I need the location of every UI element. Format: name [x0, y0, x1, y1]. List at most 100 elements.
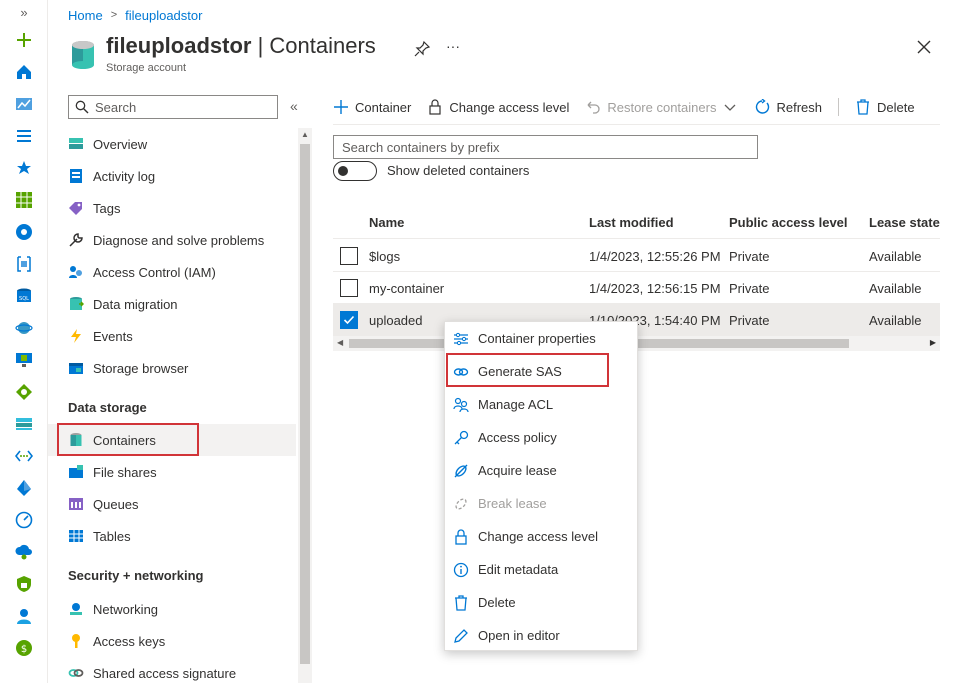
- refresh-button[interactable]: Refresh: [754, 99, 822, 115]
- networking-icon: [68, 601, 84, 617]
- menu-item-storage-browser[interactable]: Storage browser: [48, 352, 296, 384]
- context-item-label: Change access level: [478, 529, 598, 544]
- context-item-edit-metadata[interactable]: Edit metadata: [445, 553, 637, 586]
- azure-ad-icon[interactable]: [14, 478, 34, 498]
- context-item-delete[interactable]: Delete: [445, 586, 637, 619]
- scroll-up-arrow-icon[interactable]: ▲: [301, 130, 309, 139]
- menu-item-label: Overview: [93, 136, 148, 152]
- column-header-name[interactable]: Name: [369, 215, 404, 230]
- change-access-level-label: Change access level: [449, 99, 570, 115]
- menu-item-file-shares[interactable]: File shares: [48, 456, 296, 488]
- trash-icon: [857, 99, 869, 115]
- more-actions-button[interactable]: ···: [446, 38, 460, 54]
- all-resources-icon[interactable]: [14, 190, 34, 210]
- menu-item-label: Queues: [93, 496, 139, 512]
- toggle-knob: [338, 166, 348, 176]
- security-center-icon[interactable]: [14, 574, 34, 594]
- virtual-networks-icon[interactable]: [14, 446, 34, 466]
- scroll-left-arrow-icon[interactable]: ◀: [337, 338, 343, 347]
- menu-item-label: Activity log: [93, 168, 156, 184]
- restore-containers-label: Restore containers: [607, 99, 717, 115]
- app-services-icon[interactable]: [14, 254, 34, 274]
- menu-item-queues[interactable]: Queues: [48, 488, 296, 520]
- menu-search-input[interactable]: Search: [68, 95, 278, 119]
- trash-icon: [453, 594, 469, 611]
- home-icon[interactable]: [14, 62, 34, 82]
- table-row[interactable]: $logs 1/4/2023, 12:55:26 PM Private Avai…: [333, 240, 940, 272]
- show-deleted-label: Show deleted containers: [387, 163, 530, 178]
- context-item-break-lease[interactable]: Break lease: [445, 487, 637, 520]
- file-share-icon: [68, 464, 84, 480]
- menu-scrollbar[interactable]: ▲: [298, 128, 312, 683]
- breadcrumb-resource-link[interactable]: fileuploadstor: [125, 8, 202, 23]
- global-nav-rail: » SQL $: [0, 0, 48, 683]
- container-name-cell[interactable]: $logs: [369, 249, 400, 264]
- menu-item-access-keys[interactable]: Access keys: [48, 625, 296, 657]
- menu-item-iam[interactable]: Access Control (IAM): [48, 256, 296, 288]
- table-row[interactable]: my-container 1/4/2023, 12:56:15 PM Priva…: [333, 272, 940, 304]
- cosmos-db-icon[interactable]: [14, 318, 34, 338]
- load-balancer-icon[interactable]: [14, 382, 34, 402]
- container-name-cell[interactable]: uploaded: [369, 313, 423, 328]
- add-container-button[interactable]: Container: [333, 99, 411, 115]
- menu-item-sas[interactable]: Shared access signature: [48, 657, 296, 683]
- virtual-machines-icon[interactable]: [14, 350, 34, 370]
- container-search-placeholder: Search containers by prefix: [342, 139, 500, 155]
- collapse-menu-button[interactable]: «: [290, 98, 298, 114]
- favorites-star-icon[interactable]: [14, 158, 34, 178]
- delete-button[interactable]: Delete: [855, 99, 915, 115]
- menu-item-activity-log[interactable]: Activity log: [48, 160, 296, 192]
- context-item-access-policy[interactable]: Access policy: [445, 421, 637, 454]
- menu-item-tags[interactable]: Tags: [48, 192, 296, 224]
- context-item-label: Break lease: [478, 496, 547, 511]
- column-header-last-modified[interactable]: Last modified: [589, 215, 674, 230]
- menu-item-label: Access keys: [93, 633, 166, 649]
- menu-item-data-migration[interactable]: Data migration: [48, 288, 296, 320]
- lease-state-cell: Available: [869, 313, 922, 328]
- lock-icon: [453, 528, 469, 545]
- context-item-open-in-editor[interactable]: Open in editor: [445, 619, 637, 652]
- container-name-cell[interactable]: my-container: [369, 281, 444, 296]
- title-separator: |: [251, 33, 270, 58]
- scroll-right-arrow-icon[interactable]: ▶: [930, 338, 936, 347]
- column-header-public-access[interactable]: Public access level: [729, 215, 848, 230]
- breadcrumb-home-link[interactable]: Home: [68, 8, 103, 23]
- help-support-icon[interactable]: [14, 606, 34, 626]
- menu-item-overview[interactable]: Overview: [48, 128, 296, 160]
- create-resource-icon[interactable]: [14, 30, 34, 50]
- expand-chevron-icon[interactable]: »: [14, 2, 34, 22]
- row-checkbox[interactable]: [340, 247, 358, 265]
- column-header-lease-state[interactable]: Lease state: [869, 215, 940, 230]
- refresh-icon: [756, 99, 770, 114]
- menu-scrollbar-thumb[interactable]: [300, 144, 310, 664]
- restore-containers-button[interactable]: Restore containers: [585, 99, 738, 115]
- menu-item-diagnose[interactable]: Diagnose and solve problems: [48, 224, 296, 256]
- advisor-icon[interactable]: [14, 542, 34, 562]
- change-access-level-button[interactable]: Change access level: [427, 99, 569, 115]
- sql-database-icon[interactable]: SQL: [14, 286, 34, 306]
- dashboard-icon[interactable]: [14, 94, 34, 114]
- menu-item-events[interactable]: Events: [48, 320, 296, 352]
- container-search-input[interactable]: Search containers by prefix: [333, 135, 758, 159]
- row-checkbox[interactable]: [340, 279, 358, 297]
- storage-container-icon: [72, 41, 94, 69]
- context-item-change-access-level[interactable]: Change access level: [445, 520, 637, 553]
- row-checkbox-checked[interactable]: [340, 311, 358, 329]
- grid-header-row: Name Last modified Public access level L…: [333, 207, 940, 239]
- menu-item-tables[interactable]: Tables: [48, 520, 296, 552]
- context-item-acquire-lease[interactable]: Acquire lease: [445, 454, 637, 487]
- menu-item-networking[interactable]: Networking: [48, 593, 296, 625]
- context-item-container-properties[interactable]: Container properties: [445, 322, 637, 355]
- cost-management-icon[interactable]: $: [14, 638, 34, 658]
- context-item-manage-acl[interactable]: Manage ACL: [445, 388, 637, 421]
- close-icon[interactable]: [915, 38, 933, 56]
- menu-item-label: Data migration: [93, 296, 178, 312]
- all-services-icon[interactable]: [14, 126, 34, 146]
- svg-text:SQL: SQL: [19, 296, 29, 302]
- resource-groups-icon[interactable]: [14, 222, 34, 242]
- monitor-icon[interactable]: [14, 510, 34, 530]
- plus-icon: [334, 100, 348, 114]
- storage-accounts-icon[interactable]: [14, 414, 34, 434]
- show-deleted-toggle[interactable]: [333, 161, 377, 181]
- pin-icon[interactable]: [413, 40, 431, 58]
